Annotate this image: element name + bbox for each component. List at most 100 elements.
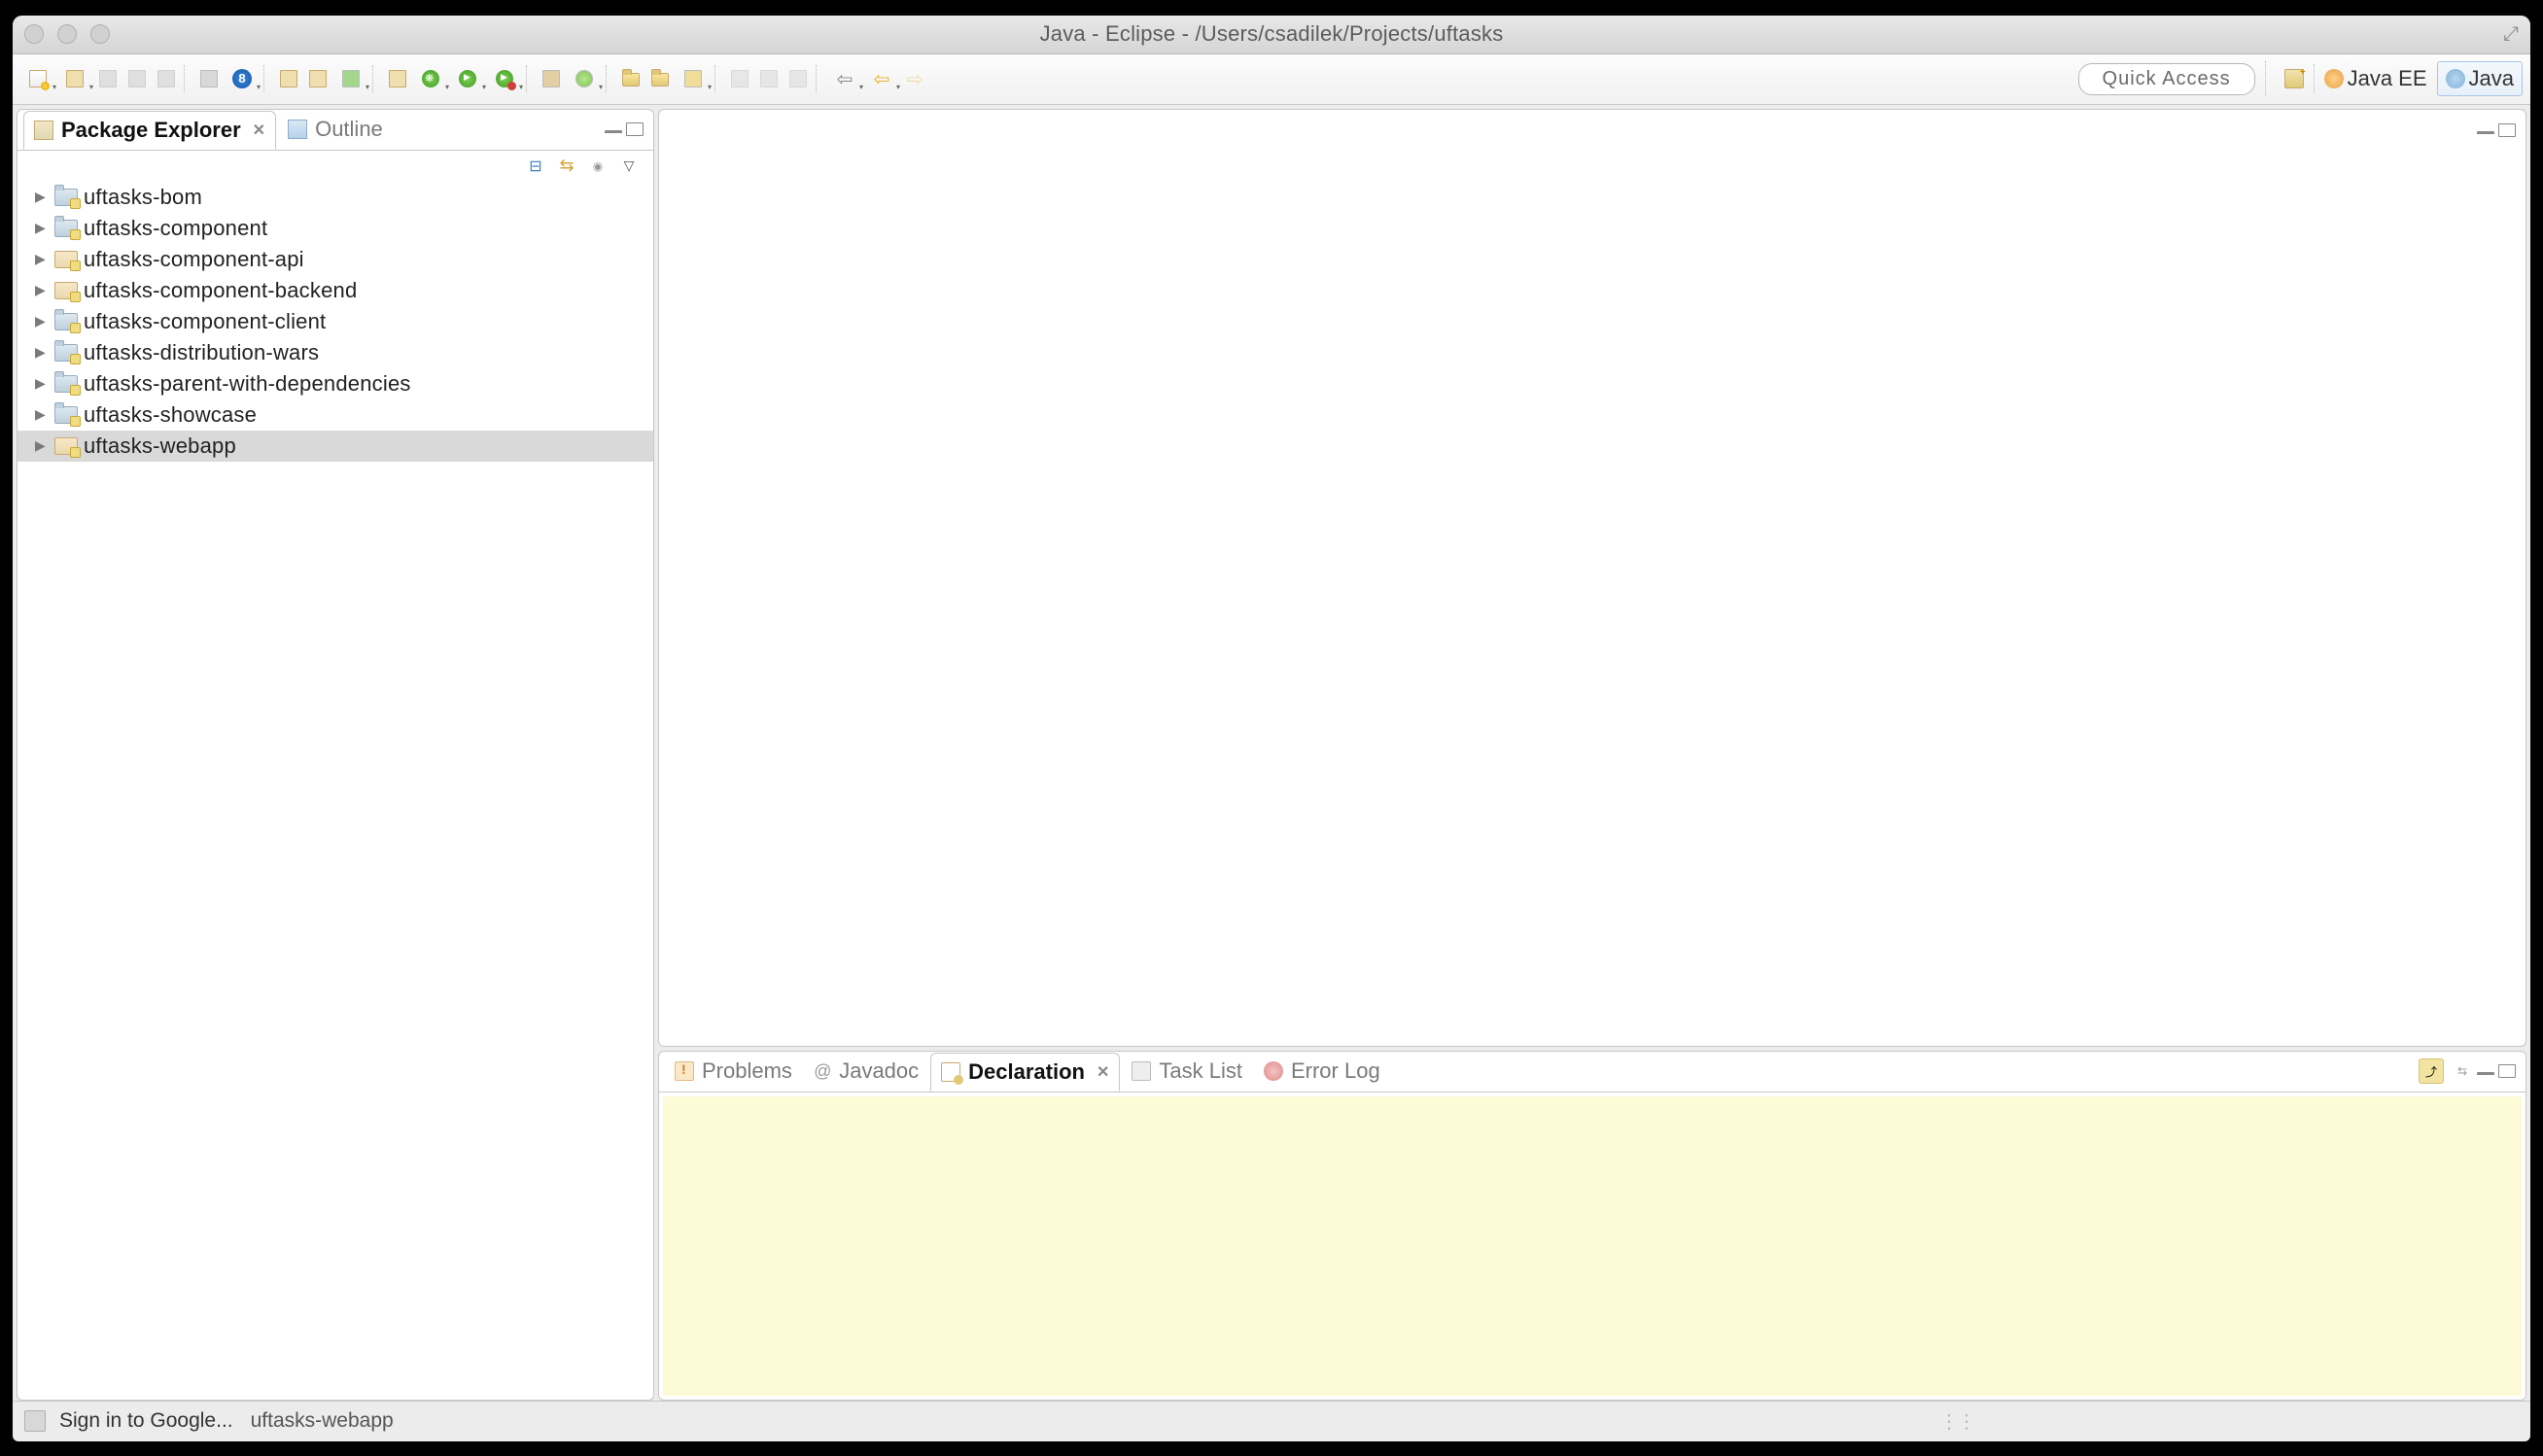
tab-outline[interactable]: Outline bbox=[278, 111, 393, 148]
tree-item-uftasks-webapp[interactable]: ▶uftasks-webapp bbox=[17, 431, 653, 462]
project-icon bbox=[54, 406, 78, 424]
minimize-icon[interactable] bbox=[2477, 131, 2494, 135]
tree-item-label: uftasks-parent-with-dependencies bbox=[84, 371, 411, 397]
open-perspective-button[interactable] bbox=[2277, 65, 2312, 92]
main-toolbar: ▾ ▾ 8▾ ▾ ▾ ▾ ▾ ▾ ▾ ⇦▾ ⇦▾ ⇨ Quick Access bbox=[13, 54, 2530, 105]
separator-icon bbox=[816, 65, 823, 92]
status-selection: uftasks-webapp bbox=[251, 1409, 394, 1433]
separator-icon bbox=[606, 65, 613, 92]
separator-icon bbox=[714, 65, 722, 92]
import-button[interactable] bbox=[275, 65, 302, 92]
title-bar: Java - Eclipse - /Users/csadilek/Project… bbox=[13, 16, 2530, 54]
tree-item-label: uftasks-showcase bbox=[84, 402, 257, 428]
project-icon bbox=[54, 189, 78, 206]
bottom-toolbar: ⤴ ⇆ bbox=[2419, 1058, 2475, 1084]
run-button[interactable]: ▾ bbox=[450, 65, 485, 92]
pin2-button[interactable] bbox=[784, 65, 812, 92]
quick-access-input[interactable]: Quick Access bbox=[2078, 63, 2255, 95]
refresh-button[interactable]: ▾ bbox=[567, 65, 602, 92]
expander-icon[interactable]: ▶ bbox=[35, 220, 49, 236]
project-icon bbox=[54, 437, 78, 455]
expander-icon[interactable]: ▶ bbox=[35, 375, 49, 392]
tree-item-uftasks-distribution-wars[interactable]: ▶ uftasks-distribution-wars bbox=[17, 337, 653, 368]
save-button[interactable] bbox=[94, 65, 122, 92]
minimize-icon[interactable] bbox=[2477, 1072, 2494, 1076]
tree-item-uftasks-component-client[interactable]: ▶uftasks-component-client bbox=[17, 306, 653, 337]
maximize-icon[interactable] bbox=[626, 122, 644, 136]
expander-icon[interactable]: ▶ bbox=[35, 189, 49, 205]
tab-package-explorer[interactable]: Package Explorer ✕ bbox=[23, 111, 276, 150]
expander-icon[interactable]: ▶ bbox=[35, 344, 49, 361]
open-input-button[interactable]: ⤴ bbox=[2419, 1058, 2444, 1084]
debug-button[interactable]: ▾ bbox=[413, 65, 448, 92]
search-button[interactable]: ▾ bbox=[676, 65, 711, 92]
maximize-icon[interactable] bbox=[2498, 1064, 2516, 1078]
tree-item-uftasks-bom[interactable]: ▶uftasks-bom bbox=[17, 182, 653, 213]
separator-icon bbox=[2314, 64, 2315, 93]
editor-controls bbox=[2477, 123, 2520, 137]
next-annotation-button[interactable]: ⇦▾ bbox=[864, 65, 899, 92]
back-button[interactable]: ⇨ bbox=[901, 65, 928, 92]
task-list-icon bbox=[1132, 1061, 1151, 1081]
new-button[interactable]: ▾ bbox=[20, 65, 55, 92]
expander-icon[interactable]: ▶ bbox=[35, 406, 49, 423]
bottom-tabs: Problems @ Javadoc Declaration ✕ Task Li… bbox=[659, 1052, 2526, 1092]
new-project-button[interactable]: ▾ bbox=[57, 65, 92, 92]
close-tab-icon[interactable]: ✕ bbox=[1097, 1062, 1109, 1082]
build-button[interactable] bbox=[195, 65, 223, 92]
collapse-all-button[interactable]: ⊟ bbox=[525, 156, 546, 176]
validate-button[interactable]: ▾ bbox=[333, 65, 368, 92]
maximize-icon[interactable] bbox=[2498, 123, 2516, 137]
workbench: Package Explorer ✕ Outline ⊟ ⇆ bbox=[13, 105, 2530, 1401]
focus-task-button[interactable]: ◉ bbox=[587, 156, 609, 176]
link-button[interactable]: ⇆ bbox=[2450, 1058, 2475, 1084]
tab-javadoc[interactable]: @ Javadoc bbox=[804, 1053, 928, 1090]
open-type-button[interactable] bbox=[617, 65, 644, 92]
tab-task-list[interactable]: Task List bbox=[1122, 1053, 1252, 1090]
tab-label: Javadoc bbox=[839, 1058, 919, 1084]
google-button[interactable]: 8▾ bbox=[225, 65, 260, 92]
close-tab-icon[interactable]: ✕ bbox=[253, 121, 265, 140]
close-window-button[interactable] bbox=[24, 24, 44, 44]
tab-declaration[interactable]: Declaration ✕ bbox=[930, 1053, 1120, 1092]
declaration-content bbox=[663, 1096, 2522, 1396]
open-resource-button[interactable] bbox=[646, 65, 674, 92]
project-icon bbox=[54, 375, 78, 393]
minimize-icon[interactable] bbox=[605, 130, 622, 134]
pin-button[interactable] bbox=[755, 65, 783, 92]
eclipse-window: Java - Eclipse - /Users/csadilek/Project… bbox=[13, 16, 2530, 1441]
perspective-java[interactable]: Java bbox=[2437, 61, 2523, 96]
fullscreen-icon[interactable]: ⤢ bbox=[2503, 23, 2519, 46]
tree-item-uftasks-component[interactable]: ▶uftasks-component bbox=[17, 213, 653, 244]
tab-label: Package Explorer bbox=[61, 118, 241, 143]
toggle-button[interactable] bbox=[726, 65, 753, 92]
sign-in-link[interactable]: Sign in to Google... bbox=[59, 1409, 233, 1433]
link-with-editor-button[interactable]: ⇆ bbox=[556, 156, 577, 176]
run-external-button[interactable]: ▾ bbox=[487, 65, 522, 92]
minimize-window-button[interactable] bbox=[57, 24, 77, 44]
expander-icon[interactable]: ▶ bbox=[35, 313, 49, 329]
perspective-label: Java bbox=[2469, 66, 2514, 91]
zoom-window-button[interactable] bbox=[90, 24, 110, 44]
expander-icon[interactable]: ▶ bbox=[35, 437, 49, 454]
perspective-java-ee[interactable]: Java EE bbox=[2317, 62, 2435, 95]
package-explorer-toolbar: ⊟ ⇆ ◉ ▽ bbox=[17, 151, 653, 182]
export-button[interactable] bbox=[304, 65, 331, 92]
tab-error-log[interactable]: Error Log bbox=[1254, 1053, 1390, 1090]
tree-item-uftasks-component-api[interactable]: ▶uftasks-component-api bbox=[17, 244, 653, 275]
new-server-button[interactable] bbox=[384, 65, 411, 92]
expander-icon[interactable]: ▶ bbox=[35, 251, 49, 267]
tree-item-uftasks-component-backend[interactable]: ▶uftasks-component-backend bbox=[17, 275, 653, 306]
print-button[interactable] bbox=[153, 65, 180, 92]
view-menu-button[interactable]: ▽ bbox=[618, 156, 640, 176]
tree-item-uftasks-parent-with-dependencies[interactable]: ▶ uftasks-parent-with-dependencies bbox=[17, 368, 653, 399]
status-handle-icon: ⋮⋮ bbox=[1939, 1409, 1974, 1434]
bottom-panel: Problems @ Javadoc Declaration ✕ Task Li… bbox=[658, 1051, 2526, 1401]
prev-annotation-button[interactable]: ⇦▾ bbox=[827, 65, 862, 92]
new-package-button[interactable] bbox=[538, 65, 565, 92]
tree-item-label: uftasks-distribution-wars bbox=[84, 340, 319, 365]
tree-item-uftasks-showcase[interactable]: ▶ uftasks-showcase bbox=[17, 399, 653, 431]
save-all-button[interactable] bbox=[123, 65, 151, 92]
expander-icon[interactable]: ▶ bbox=[35, 282, 49, 298]
tab-problems[interactable]: Problems bbox=[665, 1053, 802, 1090]
